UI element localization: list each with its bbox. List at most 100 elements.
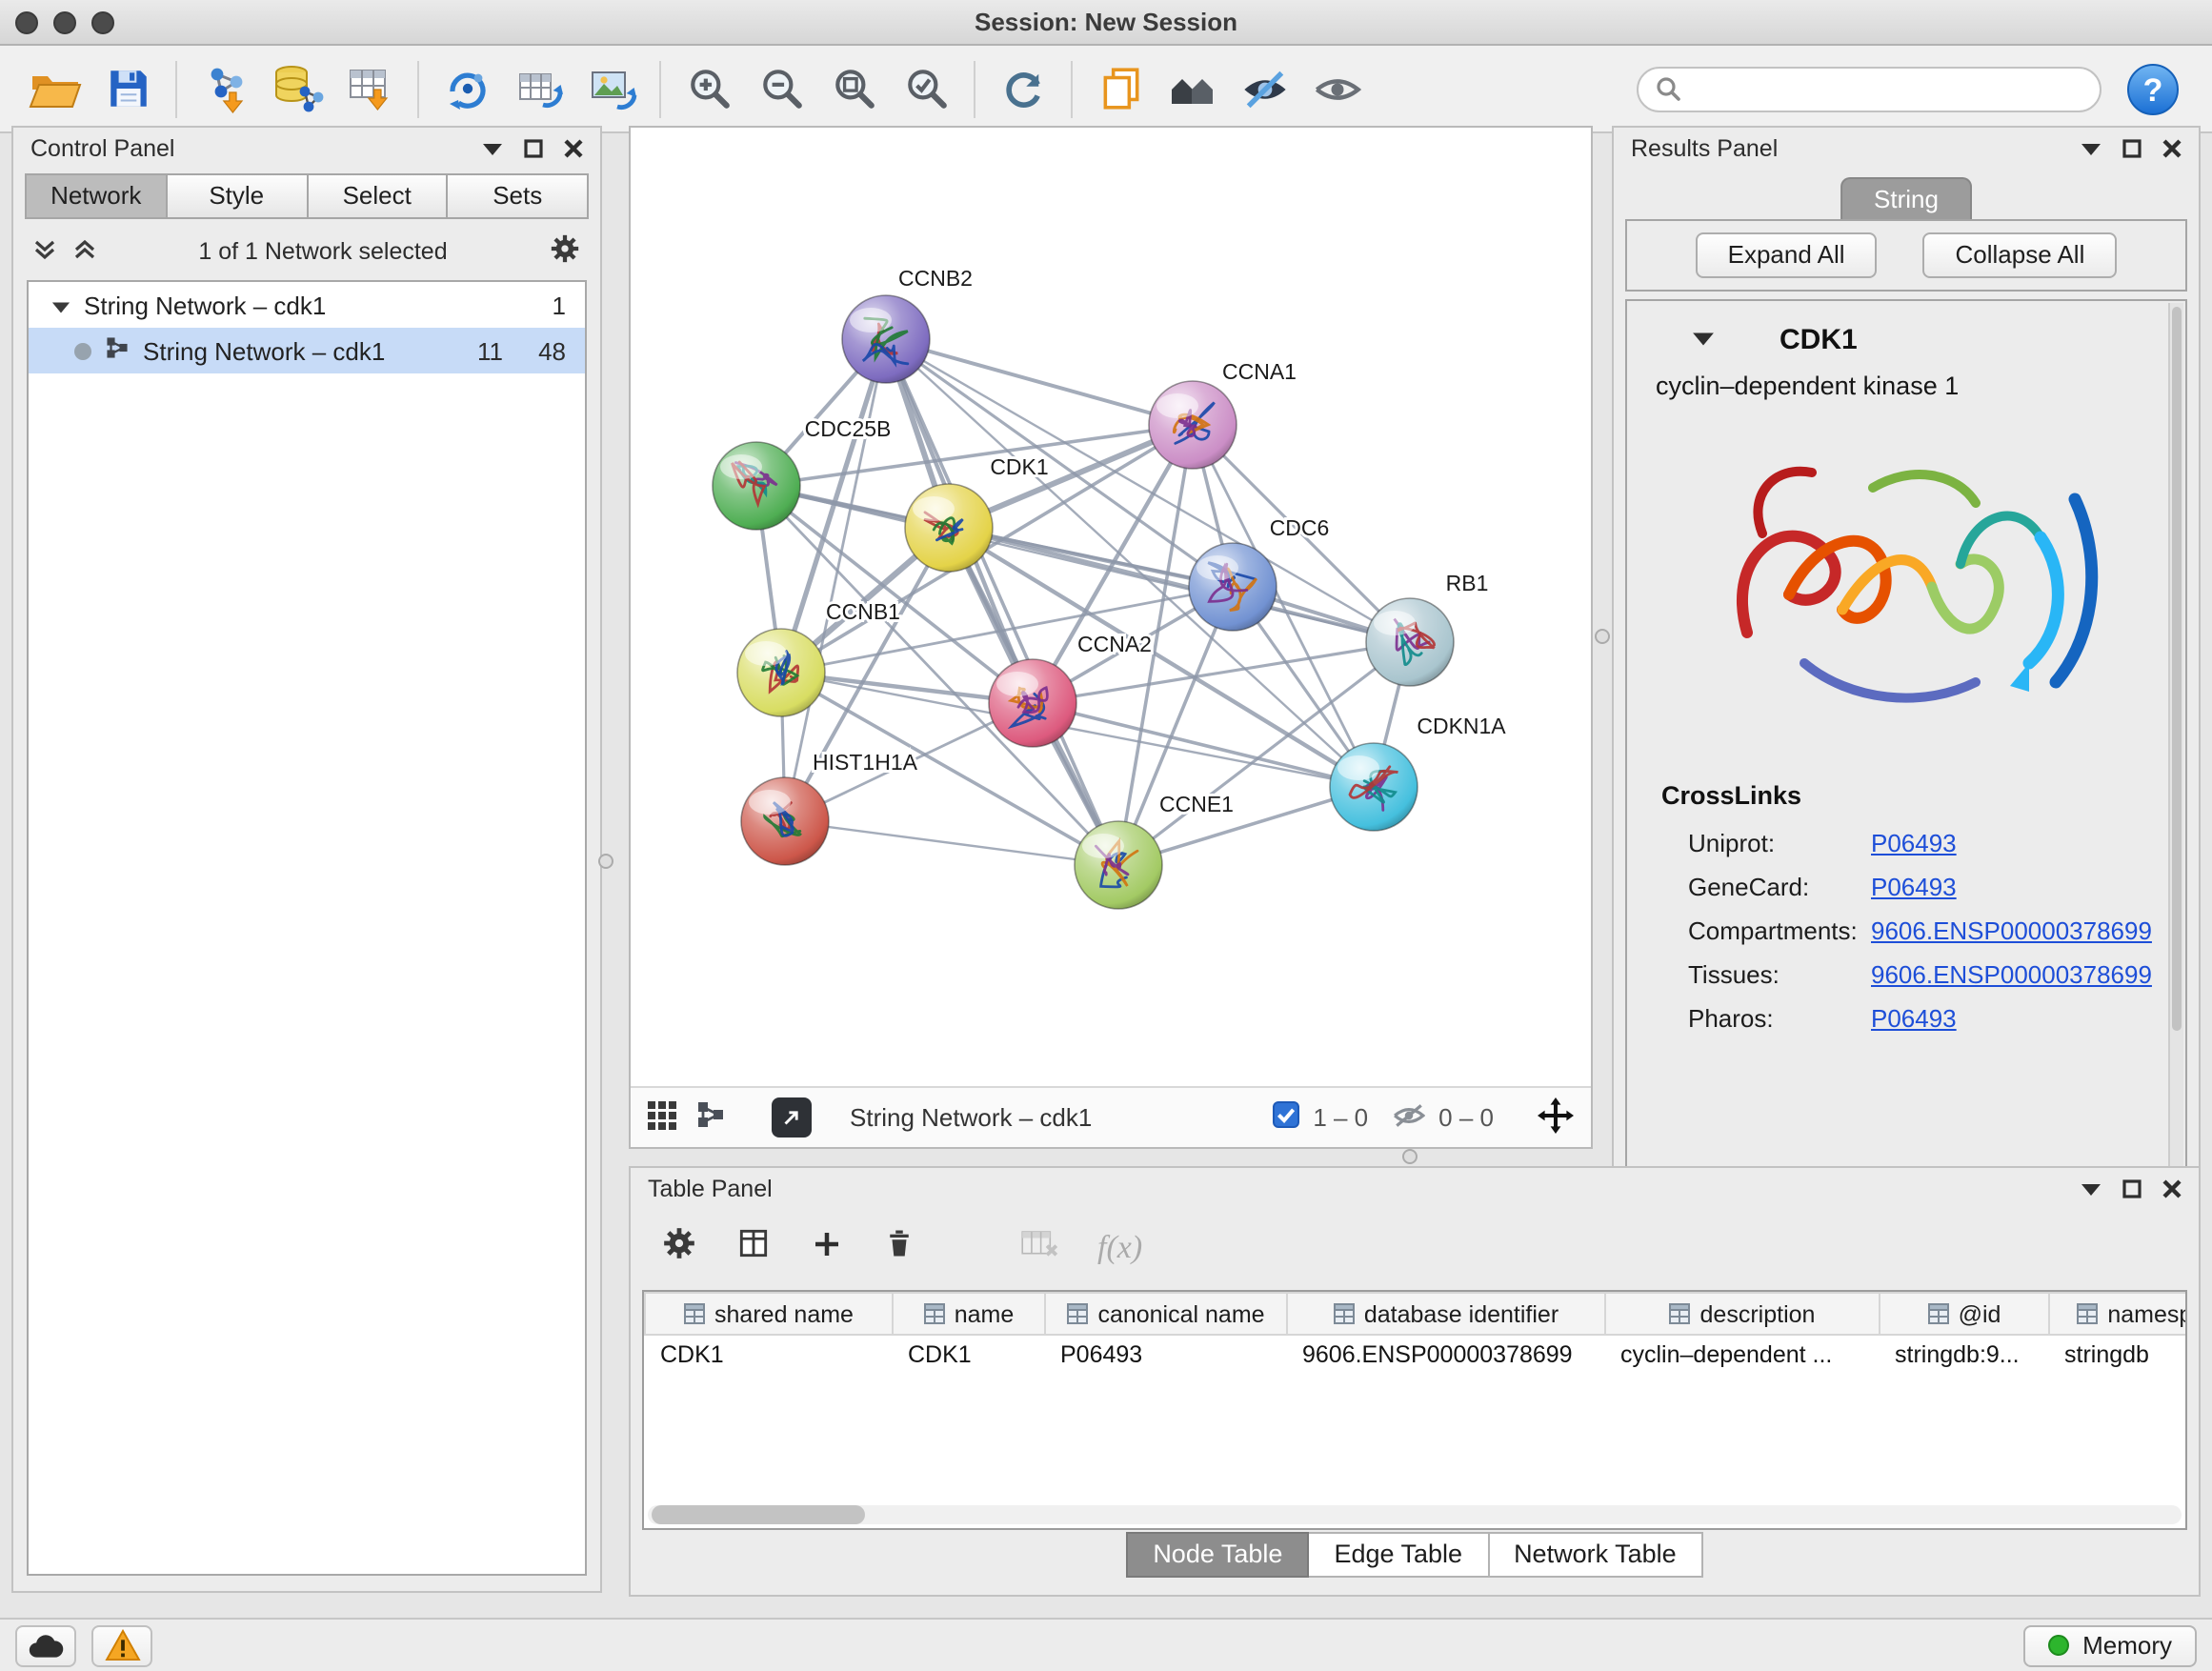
new-network-button[interactable]	[431, 52, 503, 125]
float-panel-icon[interactable]	[2122, 1179, 2142, 1198]
birdseye-view-button[interactable]	[1156, 52, 1229, 125]
column-header-description[interactable]: description	[1605, 1293, 1880, 1335]
network-node-RB1[interactable]	[1366, 598, 1454, 686]
network-canvas[interactable]: CCNB2CCNA1CDC25BCDK1CDC6RB1CCNB1CCNA2CDK…	[631, 128, 1591, 1086]
tab-node-table[interactable]: Node Table	[1126, 1532, 1309, 1578]
network-node-CDC25B[interactable]	[713, 442, 800, 530]
tab-network-table[interactable]: Network Table	[1489, 1532, 1703, 1578]
import-network-file-button[interactable]	[189, 52, 261, 125]
network-node-CCNE1[interactable]	[1075, 821, 1162, 909]
network-selection-status: 1 of 1 Network selected	[112, 238, 533, 265]
graphics-details-button[interactable]	[1229, 52, 1301, 125]
zoom-fit-button[interactable]	[817, 52, 890, 125]
collapse-all-button[interactable]: Collapse All	[1923, 232, 2118, 278]
splitter-grip[interactable]	[1402, 1149, 1418, 1164]
pan-tool-icon[interactable]	[1538, 1097, 1574, 1138]
add-column-icon[interactable]	[810, 1226, 844, 1270]
network-options-gear-icon[interactable]	[549, 232, 581, 271]
tab-sets[interactable]: Sets	[449, 173, 590, 219]
close-panel-icon[interactable]	[2162, 1179, 2182, 1198]
splitter-grip[interactable]	[1595, 629, 1610, 644]
tab-style[interactable]: Style	[168, 173, 309, 219]
tab-network[interactable]: Network	[25, 173, 168, 219]
delete-column-icon[interactable]	[882, 1225, 916, 1271]
table-hscrollbar-thumb[interactable]	[652, 1505, 865, 1524]
network-node-CDC6[interactable]	[1189, 543, 1277, 631]
import-network-database-button[interactable]	[261, 52, 333, 125]
table-cell[interactable]: CDK1	[893, 1335, 1045, 1375]
network-row-selected[interactable]: String Network – cdk1 11 48	[29, 328, 585, 373]
column-header-shared-name[interactable]: shared name	[645, 1293, 893, 1335]
table-cell[interactable]: CDK1	[645, 1335, 893, 1375]
show-columns-icon[interactable]	[735, 1225, 772, 1271]
float-panel-icon[interactable]	[2122, 139, 2142, 158]
splitter-grip[interactable]	[598, 854, 613, 869]
close-panel-icon[interactable]	[564, 139, 583, 158]
tab-string[interactable]: String	[1840, 177, 1973, 221]
results-scrollbar-thumb[interactable]	[2172, 307, 2182, 1031]
export-image-button[interactable]	[575, 52, 648, 125]
crosslink-value[interactable]: P06493	[1871, 829, 1957, 857]
table-hscrollbar[interactable]	[648, 1505, 2182, 1524]
table-cell[interactable]: stringdb	[2049, 1335, 2187, 1375]
close-panel-icon[interactable]	[2162, 139, 2182, 158]
collapse-panel-icon[interactable]	[482, 142, 503, 155]
network-node-CDKN1A[interactable]	[1330, 743, 1418, 831]
table-cell[interactable]: cyclin–dependent ...	[1605, 1335, 1880, 1375]
float-panel-icon[interactable]	[524, 139, 543, 158]
copy-document-button[interactable]	[1084, 52, 1156, 125]
network-node-CCNB2[interactable]	[842, 295, 930, 383]
open-in-window-button[interactable]	[772, 1097, 812, 1137]
expand-all-tree-icon[interactable]	[32, 237, 57, 266]
column-header-name[interactable]: name	[893, 1293, 1045, 1335]
svg-text:HIST1H1A: HIST1H1A	[813, 750, 918, 775]
section-expander-icon[interactable]	[1692, 322, 1715, 356]
apply-layout-button[interactable]	[987, 52, 1059, 125]
column-header-namespace[interactable]: namespace	[2049, 1293, 2187, 1335]
view-grid-icon[interactable]	[648, 1100, 676, 1135]
search-input[interactable]	[1692, 75, 2082, 102]
crosslink-value[interactable]: P06493	[1871, 873, 1957, 901]
expand-all-button[interactable]: Expand All	[1696, 232, 1878, 278]
search-box[interactable]	[1637, 66, 2101, 111]
network-node-CCNA1[interactable]	[1149, 381, 1237, 469]
open-session-button[interactable]	[19, 52, 91, 125]
tab-edge-table[interactable]: Edge Table	[1309, 1532, 1489, 1578]
table-cell[interactable]: 9606.ENSP00000378699	[1287, 1335, 1605, 1375]
crosslink-value[interactable]: 9606.ENSP00000378699	[1871, 916, 2152, 945]
network-node-CCNA2[interactable]	[989, 659, 1076, 747]
network-node-HIST1H1A[interactable]	[741, 777, 829, 865]
column-header-database-identifier[interactable]: database identifier	[1287, 1293, 1605, 1335]
collapse-panel-icon[interactable]	[2081, 1182, 2101, 1196]
table-cell[interactable]: P06493	[1045, 1335, 1287, 1375]
column-header-canonical-name[interactable]: canonical name	[1045, 1293, 1287, 1335]
tab-select[interactable]: Select	[308, 173, 449, 219]
network-collection-row[interactable]: String Network – cdk1 1	[29, 282, 585, 328]
view-network-icon[interactable]	[695, 1099, 726, 1136]
selected-checkbox-icon[interactable]	[1273, 1101, 1299, 1134]
import-table-button[interactable]	[333, 52, 406, 125]
network-node-CCNB1[interactable]	[737, 629, 825, 716]
help-button[interactable]: ?	[2124, 60, 2182, 117]
collapse-all-tree-icon[interactable]	[72, 237, 97, 266]
cloud-button[interactable]	[15, 1624, 76, 1666]
zoom-selected-button[interactable]	[890, 52, 962, 125]
crosslink-value[interactable]: P06493	[1871, 1004, 1957, 1033]
zoom-in-button[interactable]	[673, 52, 745, 125]
network-node-CDK1[interactable]	[905, 484, 993, 572]
show-hide-button[interactable]	[1301, 52, 1374, 125]
zoom-out-button[interactable]	[745, 52, 817, 125]
collapse-panel-icon[interactable]	[2081, 142, 2101, 155]
table-row[interactable]: CDK1CDK1P064939606.ENSP00000378699cyclin…	[645, 1335, 2187, 1375]
warnings-button[interactable]	[91, 1624, 152, 1666]
save-session-button[interactable]	[91, 52, 164, 125]
export-table-icon	[513, 63, 565, 114]
crosslink-value[interactable]: 9606.ENSP00000378699	[1871, 960, 2152, 989]
hidden-eye-icon[interactable]	[1393, 1102, 1425, 1133]
table-options-gear-icon[interactable]	[661, 1225, 697, 1271]
column-header--id[interactable]: @id	[1880, 1293, 2049, 1335]
tree-expander-icon[interactable]	[51, 291, 70, 319]
export-table-button[interactable]	[503, 52, 575, 125]
table-cell[interactable]: stringdb:9...	[1880, 1335, 2049, 1375]
memory-button[interactable]: Memory	[2023, 1624, 2197, 1666]
